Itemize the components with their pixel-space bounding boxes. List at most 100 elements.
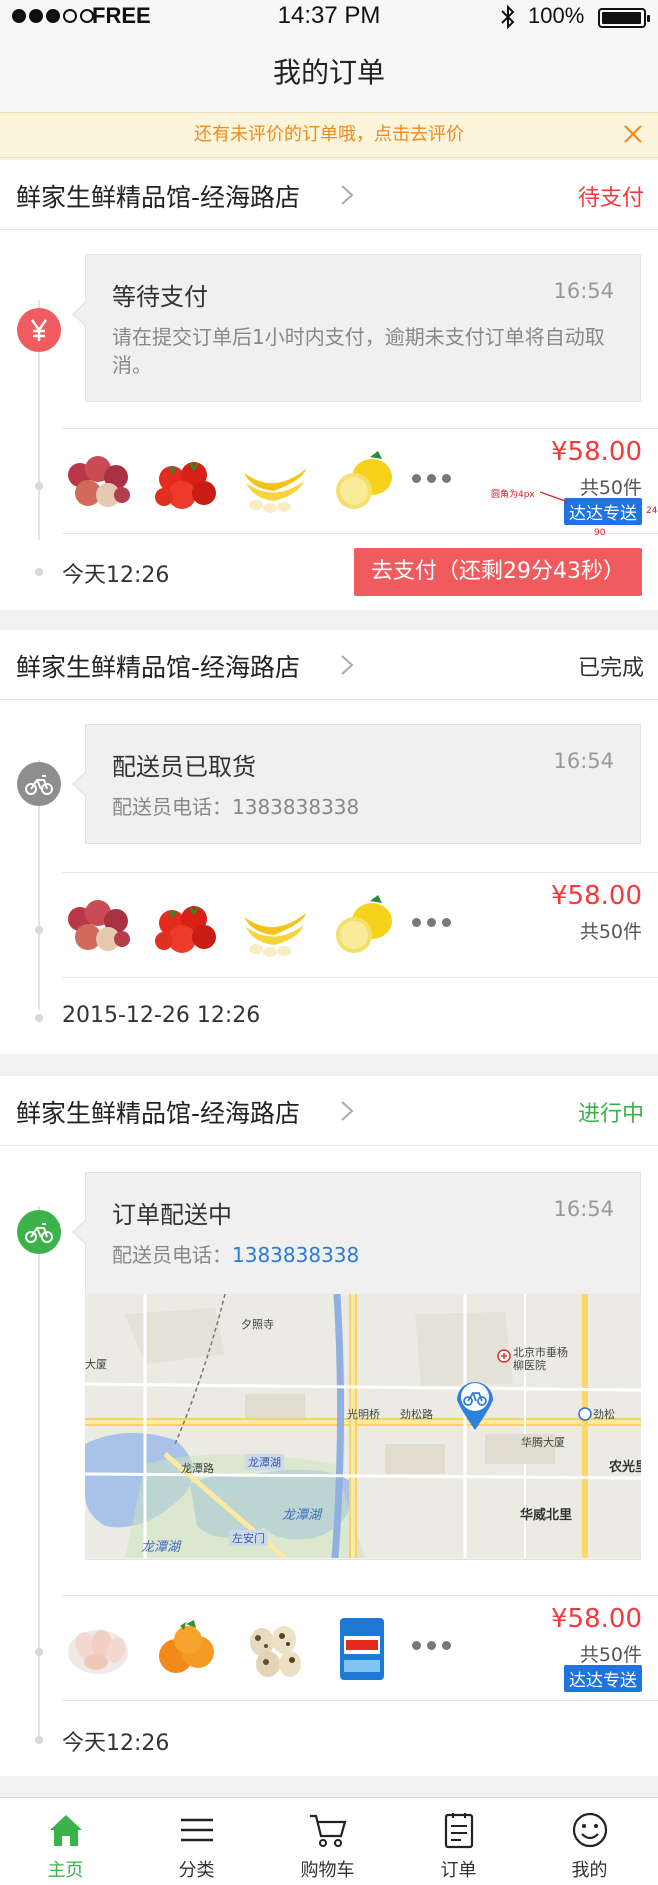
status-bar: FREE 14:37 PM 100%	[0, 0, 658, 34]
map-label: 劲松路	[400, 1408, 433, 1421]
goods-row[interactable]: ¥58.00 共50件	[62, 872, 658, 978]
nav-bar: 我的订单	[0, 34, 658, 112]
order-card[interactable]: 鲜家生鲜精品馆-经海路店 已完成 配送员已取货 16:54 配送员电话：1383…	[0, 630, 658, 1054]
map-label: 大厦	[85, 1358, 107, 1371]
quail-eggs-thumbnail	[250, 1626, 301, 1677]
more-icon[interactable]	[412, 918, 451, 927]
battery-icon	[598, 8, 650, 28]
item-count: 共50件	[579, 921, 642, 943]
map-label: 龙潭湖	[282, 1508, 322, 1523]
list-icon	[181, 1818, 213, 1842]
map-label: 光明桥	[347, 1408, 380, 1421]
delivery-map[interactable]: 夕照寺 大厦 北京市垂杨柳医院 光明桥 劲松路 劲松 华腾大厦 农光里 龙潭路 …	[85, 1294, 641, 1558]
home-icon	[50, 1815, 82, 1846]
tab-profile[interactable]: 我的	[524, 1798, 655, 1885]
order-card[interactable]: 鲜家生鲜精品馆-经海路店 进行中 订单配送中 16:54 配送员电话：13838…	[0, 1076, 658, 1776]
delivery-badge: 达达专送	[564, 1665, 642, 1692]
status-time: 16:54	[553, 1197, 614, 1221]
map-label: 龙潭路	[181, 1462, 214, 1475]
chicken-wings-thumbnail	[68, 1630, 128, 1674]
pay-button[interactable]: 去支付（还剩29分43秒）	[354, 548, 642, 596]
shop-name[interactable]: 鲜家生鲜精品馆-经海路店	[16, 1094, 300, 1130]
lemon-thumbnail	[336, 895, 392, 953]
order-card[interactable]: 鲜家生鲜精品馆-经海路店 待支付 等待支付 16:54 请在提交订单后1小时内支…	[0, 160, 658, 610]
map-label: 华腾大厦	[521, 1436, 565, 1449]
cart-icon	[310, 1814, 347, 1847]
tab-home[interactable]: 主页	[0, 1798, 131, 1885]
status-description: 配送员电话：1383838338	[112, 1241, 612, 1269]
goods-row[interactable]: ¥58.00 共50件 达达专送	[62, 428, 658, 534]
shop-row[interactable]: 鲜家生鲜精品馆-经海路店 进行中	[0, 1076, 658, 1146]
courier-phone-link[interactable]: 1383838338	[232, 1243, 359, 1267]
map-label: 左安门	[229, 1530, 268, 1546]
page-title: 我的订单	[272, 56, 385, 89]
status-bubble: 配送员已取货 16:54 配送员电话：1383838338	[72, 724, 641, 844]
map-label: 农光里	[609, 1460, 641, 1475]
phone-label: 配送员电话：	[112, 1243, 232, 1267]
map-label: 华威北里	[520, 1508, 573, 1523]
banana-thumbnail	[244, 913, 306, 957]
tab-label: 分类	[178, 1860, 215, 1881]
tomato-thumbnail	[155, 906, 216, 953]
chevron-right-icon	[341, 655, 354, 675]
timeline-dot	[35, 1648, 43, 1656]
timeline-dot	[35, 1736, 43, 1744]
tab-label: 购物车	[300, 1860, 355, 1881]
chevron-right-icon	[341, 185, 354, 205]
smile-icon	[572, 1812, 608, 1848]
lychee-thumbnail	[68, 900, 130, 951]
yen-icon	[17, 308, 61, 352]
status-title: 配送员已取货	[112, 753, 256, 781]
item-count: 共50件	[579, 1644, 642, 1666]
order-icon	[444, 1813, 474, 1849]
status-description: 请在提交订单后1小时内支付，逾期未支付订单将自动取消。	[112, 325, 605, 377]
map-label: 劲松	[593, 1408, 615, 1421]
shop-name[interactable]: 鲜家生鲜精品馆-经海路店	[16, 648, 300, 684]
order-price: ¥58.00	[551, 881, 642, 911]
order-time: 2015-12-26 12:26	[62, 1003, 261, 1028]
radius-annotation: 圆角为4px	[491, 490, 535, 500]
shop-row[interactable]: 鲜家生鲜精品馆-经海路店 已完成	[0, 630, 658, 700]
shop-row[interactable]: 鲜家生鲜精品馆-经海路店 待支付	[0, 160, 658, 230]
timeline-dot	[35, 568, 43, 576]
goods-row[interactable]: ¥58.00 共50件 达达专送	[62, 1595, 658, 1701]
detergent-thumbnail	[340, 1618, 384, 1680]
height-annotation: 24	[646, 506, 658, 516]
order-status: 待支付	[577, 186, 644, 211]
map-label: 夕照寺	[241, 1318, 274, 1331]
review-notice-banner[interactable]: 还有未评价的订单哦，点击去评价	[0, 112, 658, 158]
map-label: 龙潭湖	[141, 1540, 181, 1555]
status-description: 配送员电话：1383838338	[112, 795, 360, 819]
timeline-dot	[35, 926, 43, 934]
tab-category[interactable]: 分类	[131, 1798, 262, 1885]
lemon-thumbnail	[336, 451, 392, 509]
more-icon[interactable]	[412, 474, 451, 483]
width-annotation: 90	[594, 528, 606, 538]
tab-orders[interactable]: 订单	[393, 1798, 524, 1885]
more-icon[interactable]	[412, 1641, 451, 1650]
notice-text: 还有未评价的订单哦，点击去评价	[194, 124, 464, 145]
shop-name[interactable]: 鲜家生鲜精品馆-经海路店	[16, 178, 300, 214]
close-icon[interactable]	[622, 123, 644, 145]
tomato-thumbnail	[155, 462, 216, 509]
status-title: 订单配送中	[112, 1201, 232, 1229]
order-time: 今天12:26	[62, 1731, 170, 1756]
delivery-badge: 达达专送	[564, 498, 642, 525]
banana-thumbnail	[244, 469, 306, 513]
tab-label: 订单	[440, 1860, 477, 1881]
timeline-dot	[35, 1014, 43, 1022]
orange-thumbnail	[159, 1620, 214, 1673]
tab-label: 主页	[47, 1860, 84, 1881]
order-status: 已完成	[577, 656, 644, 681]
annotation-arrow	[540, 491, 569, 503]
status-bubble: 等待支付 16:54 请在提交订单后1小时内支付，逾期未支付订单将自动取消。	[72, 254, 641, 402]
status-title: 等待支付	[112, 283, 208, 311]
tab-cart[interactable]: 购物车	[262, 1798, 393, 1885]
order-price: ¥58.00	[551, 437, 642, 467]
courier-location-pin-icon	[457, 1382, 493, 1430]
bicycle-icon	[17, 762, 61, 806]
bicycle-icon	[17, 1210, 61, 1254]
map-label: 龙潭湖	[245, 1454, 284, 1470]
lychee-thumbnail	[68, 456, 130, 507]
status-time: 16:54	[553, 279, 614, 303]
